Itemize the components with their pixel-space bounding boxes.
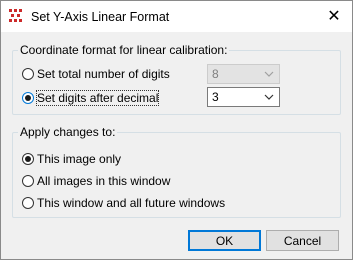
close-icon[interactable]: ✕ (327, 6, 340, 26)
window-title: Set Y-Axis Linear Format (31, 10, 170, 24)
option-total-digits[interactable]: Set total number of digits (22, 67, 170, 81)
option-total-digits-label: Set total number of digits (37, 67, 170, 81)
coordinate-format-group (12, 50, 341, 115)
apply-changes-label: Apply changes to: (18, 125, 118, 139)
digits-after-decimal-select[interactable]: 3 (207, 87, 280, 107)
radio-digits-after-decimal[interactable] (22, 92, 34, 104)
coordinate-format-label: Coordinate format for linear calibration… (18, 43, 230, 57)
chevron-down-icon (264, 71, 274, 77)
app-icon (9, 9, 22, 22)
option-future-windows[interactable]: This window and all future windows (22, 196, 225, 210)
dialog-window: Set Y-Axis Linear Format ✕ Coordinate fo… (0, 0, 353, 260)
option-all-images[interactable]: All images in this window (22, 174, 170, 188)
option-future-windows-label: This window and all future windows (37, 196, 226, 210)
total-digits-select[interactable]: 8 (207, 64, 280, 84)
radio-this-image-only[interactable] (22, 153, 34, 165)
ok-button-label: OK (215, 233, 234, 248)
title-bar: Set Y-Axis Linear Format ✕ (1, 1, 352, 32)
cancel-button[interactable]: Cancel (266, 230, 339, 251)
radio-future-windows[interactable] (22, 197, 34, 209)
option-digits-after-decimal[interactable]: Set digits after decimal (22, 90, 160, 106)
option-this-image-only[interactable]: This image only (22, 152, 121, 166)
option-digits-after-decimal-label: Set digits after decimal (35, 90, 160, 106)
radio-total-digits[interactable] (22, 68, 34, 80)
total-digits-value: 8 (212, 67, 219, 81)
chevron-down-icon (264, 94, 274, 100)
close-button[interactable]: ✕ (322, 5, 346, 27)
radio-all-images[interactable] (22, 175, 34, 187)
option-this-image-only-label: This image only (37, 152, 122, 166)
digits-after-decimal-value: 3 (212, 90, 219, 104)
ok-button[interactable]: OK (188, 230, 261, 251)
cancel-button-label: Cancel (283, 233, 322, 248)
option-all-images-label: All images in this window (37, 174, 171, 188)
